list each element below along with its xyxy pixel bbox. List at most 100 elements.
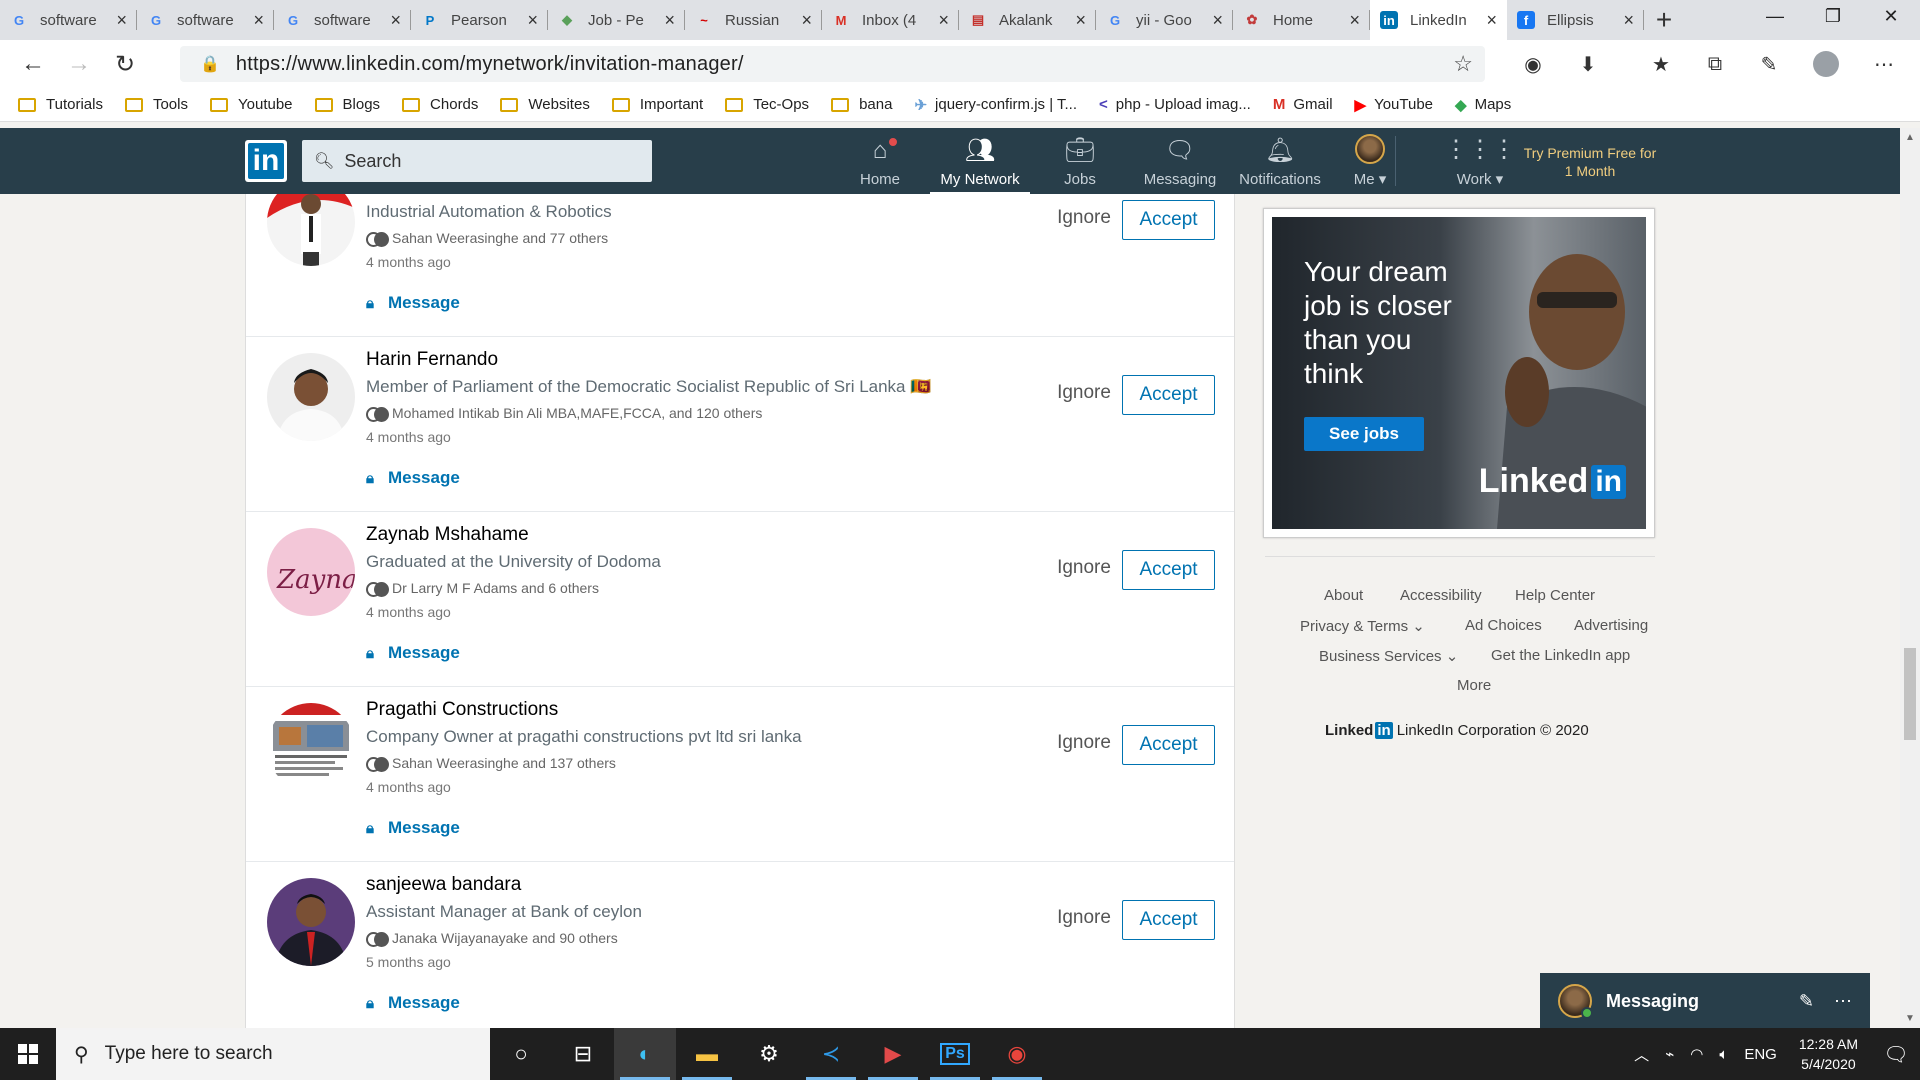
sender-name[interactable]: Pragathi Constructions: [366, 699, 558, 721]
browser-tab[interactable]: Gsoftware ×: [0, 0, 137, 40]
edge-browser-icon[interactable]: ◐: [614, 1028, 676, 1080]
profile-photo[interactable]: [267, 353, 355, 441]
accept-button[interactable]: Accept: [1122, 200, 1215, 240]
profile-photo[interactable]: [267, 194, 355, 266]
footer-business-link[interactable]: Business Services ⌄: [1319, 647, 1458, 665]
extension-download-icon[interactable]: ⬇: [1570, 46, 1606, 82]
cortana-icon[interactable]: ○: [490, 1028, 552, 1080]
taskbar-clock[interactable]: 12:28 AM 5/4/2020: [1799, 1034, 1858, 1074]
accept-button[interactable]: Accept: [1122, 375, 1215, 415]
message-link[interactable]: 🔒︎ Message: [366, 643, 460, 663]
sender-name[interactable]: Zaynab Mshahame: [366, 524, 529, 546]
more-options-icon[interactable]: ⋯: [1834, 991, 1852, 1012]
browser-tab[interactable]: P Pearson ×: [411, 0, 548, 40]
nav-work[interactable]: ⋮⋮⋮ Work ▾: [1444, 128, 1516, 194]
profile-avatar-icon[interactable]: [1808, 46, 1844, 82]
sender-name[interactable]: sanjeewa bandara: [366, 874, 521, 896]
close-tab-icon[interactable]: ×: [938, 10, 949, 31]
favorite-star-icon[interactable]: ☆: [1453, 51, 1473, 77]
tray-chevron-icon[interactable]: ︿: [1634, 1044, 1649, 1065]
browser-tab[interactable]: ◆ Job - Pe ×: [548, 0, 685, 40]
accept-button[interactable]: Accept: [1122, 550, 1215, 590]
footer-advertising-link[interactable]: Advertising: [1574, 617, 1648, 634]
close-tab-icon[interactable]: ×: [116, 10, 127, 31]
close-window-button[interactable]: ✕: [1862, 0, 1920, 32]
mutual-connections[interactable]: Sahan Weerasinghe and 77 others: [366, 230, 608, 247]
close-tab-icon[interactable]: ×: [801, 10, 812, 31]
ignore-button[interactable]: Ignore: [1044, 198, 1124, 238]
feedback-icon[interactable]: ✎: [1751, 46, 1787, 82]
extension-globe-icon[interactable]: ◉: [1515, 46, 1551, 82]
close-tab-icon[interactable]: ×: [390, 10, 401, 31]
url-field[interactable]: 🔒 https://www.linkedin.com/mynetwork/inv…: [180, 46, 1485, 82]
bookmark-link[interactable]: < php - Upload imag...: [1099, 96, 1251, 113]
browser-tab[interactable]: Gyii - Goo ×: [1096, 0, 1233, 40]
message-link[interactable]: 🔒︎ Message: [366, 468, 460, 488]
collections-icon[interactable]: ⧉: [1697, 46, 1733, 82]
footer-getapp-link[interactable]: Get the LinkedIn app: [1491, 647, 1630, 664]
compose-icon[interactable]: ✎: [1799, 991, 1814, 1012]
file-explorer-icon[interactable]: ▬: [676, 1028, 738, 1080]
footer-about-link[interactable]: About: [1324, 587, 1363, 604]
sender-name[interactable]: Harin Fernando: [366, 349, 498, 371]
footer-accessibility-link[interactable]: Accessibility: [1400, 587, 1482, 604]
browser-tab[interactable]: Gsoftware ×: [274, 0, 411, 40]
browser-tab[interactable]: f Ellipsis ×: [1507, 0, 1644, 40]
messaging-dock[interactable]: Messaging ✎ ⋯: [1540, 973, 1870, 1029]
bookmark-folder[interactable]: Blogs: [314, 96, 380, 113]
network-icon[interactable]: ⌁: [1665, 1045, 1674, 1063]
bookmark-folder[interactable]: Tec-Ops: [725, 96, 809, 113]
scroll-down-arrow[interactable]: ▼: [1905, 1013, 1915, 1024]
try-premium-link[interactable]: Try Premium Free for 1 Month: [1520, 144, 1660, 180]
bookmark-folder[interactable]: Tools: [124, 96, 188, 113]
profile-photo[interactable]: [267, 703, 355, 791]
close-tab-icon[interactable]: ×: [1212, 10, 1223, 31]
video-editor-icon[interactable]: ▶: [862, 1028, 924, 1080]
scroll-thumb[interactable]: [1904, 648, 1916, 740]
bookmark-folder[interactable]: Important: [611, 96, 703, 113]
page-scrollbar[interactable]: ▲ ▼: [1900, 128, 1920, 1028]
ignore-button[interactable]: Ignore: [1044, 548, 1124, 588]
accept-button[interactable]: Accept: [1122, 900, 1215, 940]
bookmark-folder[interactable]: Tutorials: [18, 96, 103, 113]
bookmark-link[interactable]: ✈ jquery-confirm.js | T...: [914, 96, 1077, 114]
minimize-button[interactable]: —: [1746, 0, 1804, 32]
maximize-button[interactable]: ❐: [1804, 0, 1862, 32]
bookmark-folder[interactable]: Youtube: [210, 96, 293, 113]
browser-tab[interactable]: Gsoftware ×: [137, 0, 274, 40]
bookmark-folder[interactable]: Chords: [402, 96, 478, 113]
settings-gear-icon[interactable]: ⚙: [738, 1028, 800, 1080]
wifi-icon[interactable]: ◠: [1690, 1045, 1703, 1063]
profile-photo[interactable]: Zaynab: [267, 528, 355, 616]
action-center-icon[interactable]: 🗨︎: [1872, 1028, 1920, 1080]
browser-tab[interactable]: M Inbox (4 ×: [822, 0, 959, 40]
browser-tab[interactable]: ~ Russian ×: [685, 0, 822, 40]
message-link[interactable]: 🔒︎ Message: [366, 818, 460, 838]
footer-more-link[interactable]: More: [1457, 677, 1491, 694]
browser-tab[interactable]: in LinkedIn ×: [1370, 0, 1507, 40]
nav-notifications[interactable]: 🔔︎ Notifications: [1235, 128, 1325, 194]
bookmark-folder[interactable]: Websites: [500, 96, 590, 113]
accept-button[interactable]: Accept: [1122, 725, 1215, 765]
nav-messaging[interactable]: 🗨︎ Messaging: [1140, 128, 1220, 194]
refresh-button[interactable]: ↻: [102, 44, 148, 84]
close-tab-icon[interactable]: ×: [664, 10, 675, 31]
see-jobs-button[interactable]: See jobs: [1304, 417, 1424, 451]
footer-adchoices-link[interactable]: Ad Choices: [1465, 617, 1542, 634]
mutual-connections[interactable]: Mohamed Intikab Bin Ali MBA,MAFE,FCCA, a…: [366, 405, 762, 422]
footer-privacy-link[interactable]: Privacy & Terms ⌄: [1300, 617, 1425, 635]
language-indicator[interactable]: ENG: [1744, 1046, 1777, 1063]
close-tab-icon[interactable]: ×: [1486, 10, 1497, 31]
profile-photo[interactable]: [267, 878, 355, 966]
ignore-button[interactable]: Ignore: [1044, 898, 1124, 938]
bookmark-link[interactable]: ▶ YouTube: [1355, 96, 1434, 114]
sender-name[interactable]: THARINDU PRIYANKARA: [366, 194, 591, 196]
favorites-icon[interactable]: ★: [1643, 46, 1679, 82]
mutual-connections[interactable]: Sahan Weerasinghe and 137 others: [366, 755, 616, 772]
start-button[interactable]: [0, 1028, 56, 1080]
vscode-icon[interactable]: ≺: [800, 1028, 862, 1080]
back-button[interactable]: ←: [10, 44, 56, 84]
bookmark-folder[interactable]: bana: [831, 96, 892, 113]
more-menu-icon[interactable]: ⋯: [1866, 46, 1902, 82]
forward-button[interactable]: →: [56, 44, 102, 84]
